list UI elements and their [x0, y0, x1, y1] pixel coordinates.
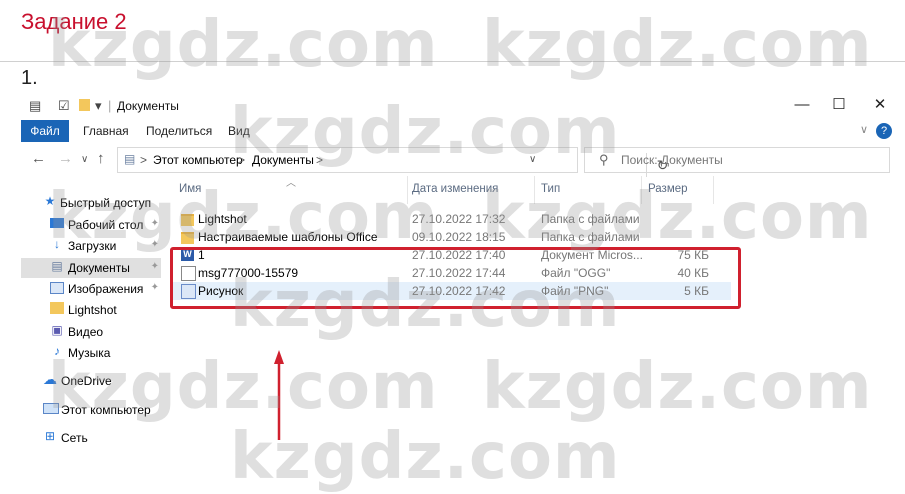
watermark: kzgdz.com [482, 8, 873, 82]
task-number: 1. [21, 67, 38, 89]
watermark: kzgdz.com [482, 180, 873, 254]
watermark: kzgdz.com [48, 8, 439, 82]
sidebar-item-videos[interactable]: ▣ Видео [21, 322, 161, 342]
pin-icon: ✦ [150, 261, 159, 272]
document-icon: ▤ [51, 259, 63, 273]
sidebar-item-label: Изображения [68, 282, 144, 296]
sidebar-item-label: Lightshot [68, 303, 117, 317]
sidebar-item-network[interactable]: ⊞ Сеть [21, 428, 161, 448]
sidebar-item-pictures[interactable]: Изображения ✦ [21, 279, 161, 299]
tab-share[interactable]: Поделиться [146, 124, 212, 138]
video-icon: ▣ [51, 323, 63, 337]
up-icon[interactable]: ↑ [97, 150, 105, 167]
watermark: kzgdz.com [230, 268, 621, 342]
properties-icon[interactable]: ▤ [29, 98, 41, 114]
watermark: kzgdz.com [48, 350, 439, 424]
expand-ribbon-icon[interactable]: ∨ [860, 123, 868, 136]
customize-toolbar-icon[interactable]: ▾ [95, 98, 102, 114]
help-icon[interactable]: ? [876, 123, 892, 139]
watermark: kzgdz.com [482, 350, 873, 424]
maximize-button[interactable]: ☐ [825, 94, 853, 116]
forward-icon[interactable]: → [58, 150, 73, 167]
recent-locations-icon[interactable]: ∨ [81, 154, 88, 165]
minimize-button[interactable]: — [788, 94, 816, 116]
tab-file[interactable]: Файл [21, 120, 69, 142]
sidebar-item-documents[interactable]: ▤ Документы ✦ [21, 258, 161, 278]
close-button[interactable]: ✕ [866, 94, 894, 116]
sidebar-item-lightshot[interactable]: Lightshot [21, 300, 161, 320]
separator: | [108, 98, 112, 113]
new-folder-icon[interactable] [79, 99, 90, 111]
back-icon[interactable]: ← [31, 150, 46, 167]
tab-home[interactable]: Главная [83, 124, 129, 138]
watermark: kzgdz.com [48, 180, 439, 254]
sidebar-item-label: Видео [68, 325, 104, 339]
watermark: kzgdz.com [230, 95, 621, 169]
search-placeholder: Поиск: Документы [621, 153, 723, 167]
sidebar-item-label: Документы [68, 261, 130, 275]
pin-icon: ✦ [150, 282, 159, 293]
folder-icon [50, 302, 64, 314]
search-box[interactable]: ⚲ Поиск: Документы [584, 147, 890, 173]
computer-icon: ▤ [124, 152, 136, 166]
window-title: Документы [117, 99, 179, 113]
network-icon: ⊞ [44, 429, 56, 443]
breadcrumb-separator: > [140, 153, 148, 167]
picture-icon [50, 282, 64, 294]
sidebar-item-label: Сеть [61, 431, 88, 445]
checkmark-icon[interactable]: ☑ [58, 98, 70, 114]
